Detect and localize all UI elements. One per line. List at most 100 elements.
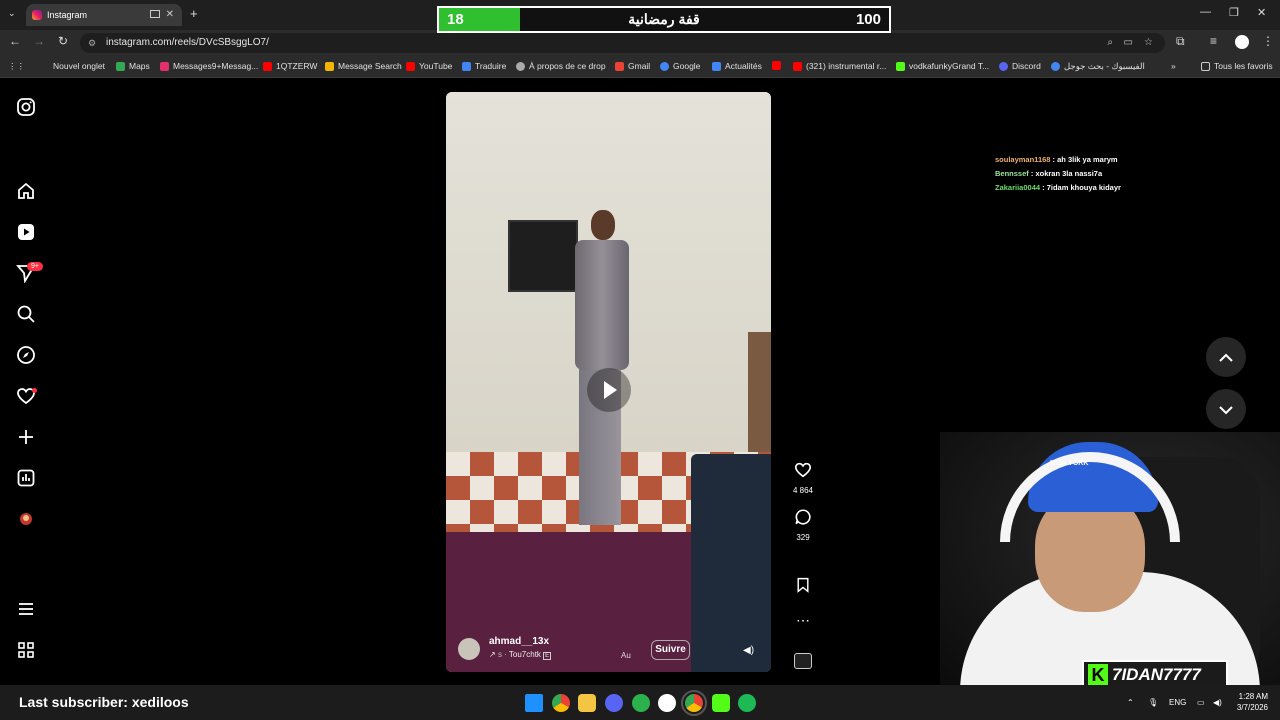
author-avatar[interactable] — [458, 638, 480, 660]
instagram-logo-icon[interactable] — [16, 97, 36, 117]
create-plus-icon[interactable] — [16, 427, 36, 447]
bookmark-star-icon[interactable]: ☆ — [1144, 33, 1153, 53]
bookmark-item[interactable]: Maps — [116, 61, 150, 71]
close-window-icon[interactable]: ✕ — [1257, 6, 1266, 19]
maps-icon — [116, 61, 125, 71]
post-date-partial: Au — [621, 651, 631, 660]
audio-label[interactable]: ↗ s · Tou7chtk E — [489, 650, 552, 660]
network-icon[interactable]: ▭ — [1197, 698, 1205, 707]
like-heart-icon[interactable] — [794, 461, 812, 479]
restore-icon[interactable]: ❐ — [1229, 6, 1239, 19]
save-action[interactable] — [788, 576, 818, 599]
tab-list-chevron-icon[interactable]: ⌄ — [8, 8, 16, 19]
reel-video[interactable] — [446, 92, 771, 672]
tray-chevron-icon[interactable]: ⌃ — [1127, 698, 1134, 707]
site-info-icon[interactable]: ⚙ — [88, 33, 96, 53]
author-username[interactable]: ahmad__13x — [489, 636, 549, 647]
apps-grid-icon[interactable]: ⋮⋮ — [8, 61, 25, 72]
app-icon[interactable] — [632, 694, 650, 712]
close-tab-icon[interactable]: ✕ — [166, 9, 174, 20]
discord-icon — [999, 61, 1008, 71]
chrome-active-icon[interactable] — [681, 690, 707, 716]
play-icon[interactable] — [587, 368, 631, 412]
cast-icon[interactable]: ▭ — [1124, 33, 1133, 53]
search-icon[interactable] — [16, 304, 36, 324]
home-icon[interactable] — [16, 181, 36, 201]
volume-tray-icon[interactable]: ◀) — [1213, 698, 1222, 707]
reload-icon[interactable]: ↻ — [58, 34, 68, 48]
extensions-icon[interactable]: ⧉ — [1176, 34, 1185, 49]
media-control-icon[interactable]: ≡ — [1210, 34, 1217, 48]
chrome-icon[interactable] — [552, 694, 570, 712]
tab-media-icon — [150, 10, 160, 18]
chat-username: soulayman1168 — [995, 155, 1051, 164]
like-action[interactable]: 4 864 — [788, 461, 818, 495]
bookmark-item[interactable]: Discord — [999, 61, 1041, 71]
bookmark-item[interactable]: Gmail — [615, 61, 650, 71]
bookmark-item[interactable]: Google — [660, 61, 700, 71]
dashboard-icon[interactable] — [16, 468, 36, 488]
bookmark-item[interactable] — [772, 61, 781, 70]
clock-time: 1:28 AM — [1238, 692, 1268, 701]
bookmark-item[interactable]: À propos de ce drop — [516, 61, 606, 71]
cap-text: NEW YORK — [1050, 460, 1089, 467]
goal-title: قفة رمضانية — [628, 11, 700, 27]
more-bookmarks-chevron-icon[interactable]: » — [1171, 61, 1176, 71]
bookmark-item[interactable]: Actualités — [712, 61, 762, 71]
bookmark-item[interactable]: YouTube — [406, 61, 452, 71]
minimize-icon[interactable]: — — [1200, 6, 1211, 18]
explore-compass-icon[interactable] — [16, 345, 36, 365]
audio-thumbnail[interactable] — [788, 653, 818, 674]
bookmark-label: Messages9+Messag... — [173, 61, 259, 71]
comment-icon[interactable] — [794, 508, 812, 526]
kick-logo-icon: K — [1088, 664, 1108, 686]
reels-icon[interactable] — [16, 222, 36, 242]
microphone-icon[interactable]: 🎙 — [1148, 698, 1158, 707]
more-options-icon[interactable]: ⋯ — [788, 612, 818, 629]
previous-reel-button[interactable] — [1206, 337, 1246, 377]
bookmark-item[interactable]: Message Search — [325, 61, 402, 71]
spotify-icon[interactable] — [738, 694, 756, 712]
windows-start-icon[interactable] — [525, 694, 543, 712]
system-clock[interactable]: 1:28 AM 3/7/2026 — [1228, 691, 1268, 713]
bookmark-item[interactable]: Nouvel onglet — [53, 61, 105, 71]
bookmark-label: 1QTZERW — [276, 61, 318, 71]
back-icon[interactable]: ← — [9, 34, 21, 48]
bookmark-item[interactable]: Messages9+Messag... — [160, 61, 258, 71]
more-menu-icon[interactable] — [16, 599, 36, 619]
forward-icon[interactable]: → — [33, 34, 45, 48]
bookmark-label: الفيسبوك - بحث جوجل — [1064, 61, 1145, 71]
zoom-icon[interactable]: ⌕ — [1107, 33, 1113, 53]
bookmark-item[interactable]: Traduire — [462, 61, 506, 71]
url-bar[interactable]: ⚙ instagram.com/reels/DVcSBsggLO7/ ⌕ ▭ ☆ — [80, 33, 1165, 53]
bookmark-label: Gmail — [628, 61, 651, 71]
comment-action[interactable]: 329 — [788, 508, 818, 542]
new-tab-icon[interactable]: + — [190, 6, 198, 21]
bookmark-item[interactable]: الفيسبوك - بحث جوجل — [1051, 61, 1145, 72]
kick-app-icon[interactable] — [712, 694, 730, 712]
bookmark-item[interactable]: vodkafunkyGrand T... — [896, 61, 989, 71]
menu-kebab-icon[interactable]: ⋮ — [1262, 34, 1274, 48]
file-explorer-icon[interactable] — [578, 694, 596, 712]
all-bookmarks-folder[interactable]: Tous les favoris — [1201, 61, 1273, 71]
tab-title: Instagram — [47, 10, 88, 20]
follow-button[interactable]: Suivre — [651, 640, 690, 660]
goal-target-value: 100 — [855, 11, 881, 28]
bookmark-item[interactable]: (321) instrumental r... — [793, 61, 886, 71]
chat-message: Zakariia0044 : 7idam khouya kidayr — [995, 183, 1121, 192]
bookmark-item[interactable]: 1QTZERW — [263, 61, 317, 71]
volume-icon[interactable]: ◀) — [743, 645, 754, 656]
instagram-favicon-icon — [32, 10, 42, 20]
discord-icon[interactable] — [605, 694, 623, 712]
also-from-meta-icon[interactable] — [16, 640, 36, 660]
clock-date: 3/7/2026 — [1236, 703, 1268, 712]
tab-instagram[interactable]: Instagram ✕ — [26, 4, 182, 26]
bookmark-label: Maps — [129, 61, 150, 71]
profile-avatar-icon[interactable] — [1235, 35, 1249, 49]
save-bookmark-icon[interactable] — [795, 576, 811, 594]
language-indicator[interactable]: ENG — [1169, 698, 1186, 707]
obs-icon[interactable] — [658, 694, 676, 712]
profile-avatar-icon[interactable] — [16, 509, 36, 529]
bookmark-label: Message Search — [338, 61, 402, 71]
next-reel-button[interactable] — [1206, 389, 1246, 429]
